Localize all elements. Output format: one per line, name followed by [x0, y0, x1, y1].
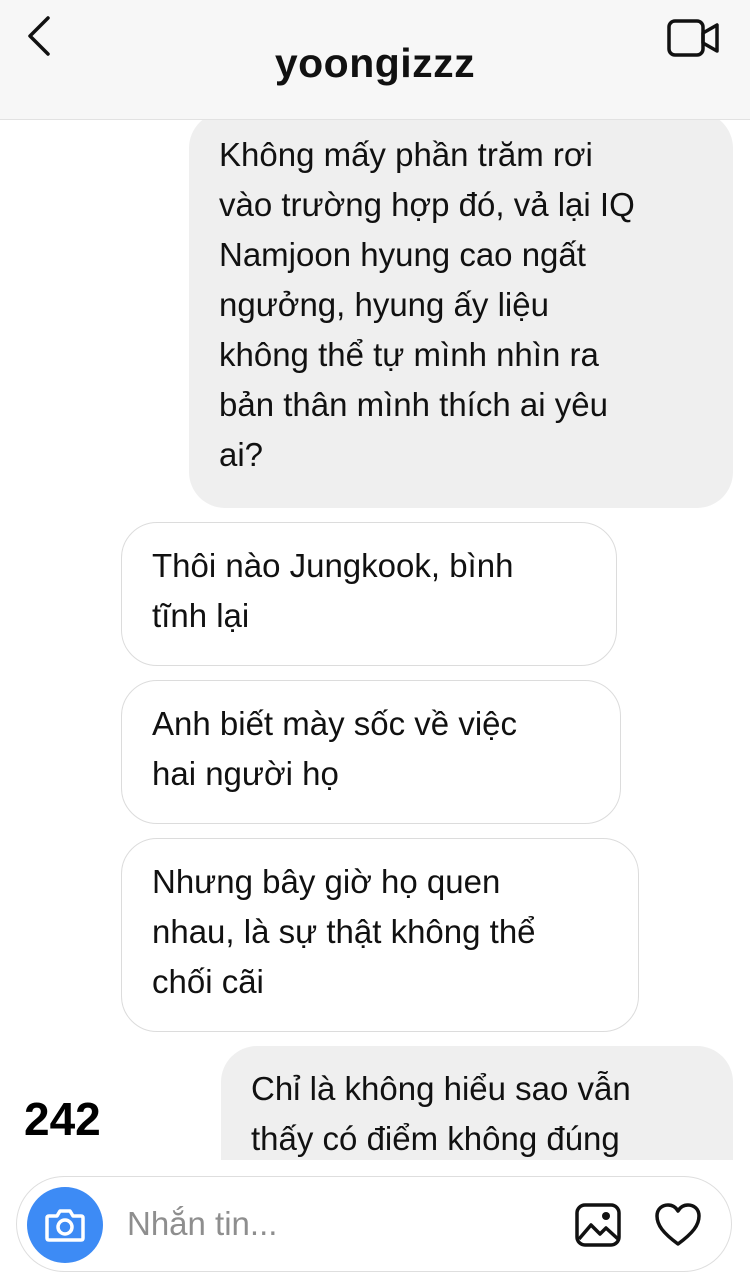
conversation-title[interactable]: yoongizzz — [0, 40, 750, 87]
page-number-overlay: 242 — [24, 1093, 101, 1145]
message-bubble-received[interactable]: Thôi nào Jungkook, bình tĩnh lại — [121, 522, 617, 666]
camera-button[interactable] — [27, 1187, 103, 1263]
message-thread[interactable]: Không mấy phần trăm rơi vào trường hợp đ… — [0, 120, 750, 1160]
message-bubble-sent[interactable]: Chỉ là không hiểu sao vẫn thấy có điểm k… — [221, 1046, 733, 1160]
conversation-header: yoongizzz — [0, 0, 750, 120]
message-bubble-received[interactable]: Anh biết mày sốc về việc hai người họ — [121, 680, 621, 824]
image-gallery-icon[interactable] — [573, 1201, 623, 1249]
message-composer — [16, 1176, 732, 1272]
camera-icon — [45, 1209, 85, 1242]
message-input[interactable] — [127, 1201, 547, 1247]
heart-icon[interactable] — [653, 1201, 703, 1249]
message-bubble-received[interactable]: Nhưng bây giờ họ quen nhau, là sự thật k… — [121, 838, 639, 1032]
video-camera-icon[interactable] — [665, 16, 721, 60]
message-bubble-sent[interactable]: Không mấy phần trăm rơi vào trường hợp đ… — [189, 120, 733, 508]
